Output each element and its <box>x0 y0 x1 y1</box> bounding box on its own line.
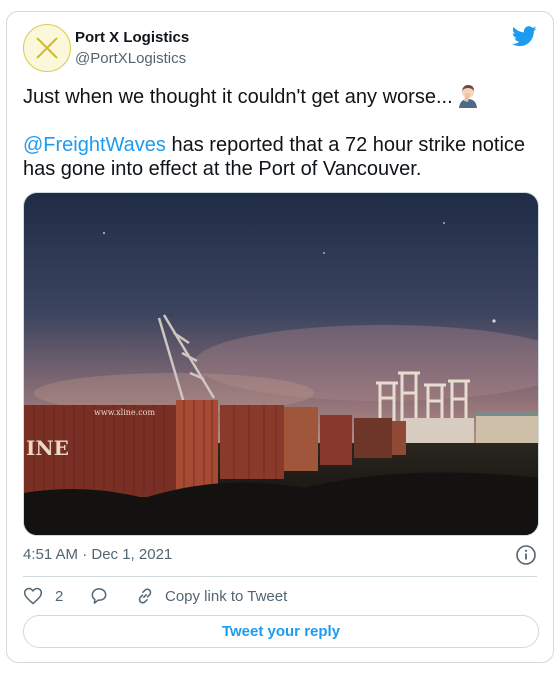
tweet-your-reply-button[interactable]: Tweet your reply <box>23 615 539 648</box>
port-photo-image: www.xline.com INE <box>24 193 538 535</box>
mention-link[interactable]: @FreightWaves <box>23 134 166 156</box>
heart-icon <box>23 587 43 605</box>
tweet-card: Port X Logistics @PortXLogistics Just wh… <box>6 11 554 663</box>
tweet-text: Just when we thought it couldn't get any… <box>23 84 539 181</box>
tweet-line-1-text: Just when we thought it couldn't get any… <box>23 86 453 108</box>
twitter-bird-icon[interactable] <box>512 26 537 47</box>
comment-icon <box>91 588 107 604</box>
reply-button[interactable] <box>89 584 109 608</box>
like-button[interactable]: 2 <box>23 584 63 608</box>
container-side-text: INE <box>26 436 69 460</box>
port-x-logo-icon <box>36 37 58 59</box>
tweet-photo[interactable]: www.xline.com INE <box>23 192 539 536</box>
author-name[interactable]: Port X Logistics <box>75 29 189 46</box>
avatar[interactable] <box>23 24 71 72</box>
tweet-timestamp[interactable]: 4:51 AM · Dec 1, 2021 <box>23 546 172 563</box>
copy-link-label: Copy link to Tweet <box>165 587 288 605</box>
like-count: 2 <box>55 587 64 605</box>
action-bar: 2 Copy link to Tweet <box>23 584 539 608</box>
divider <box>23 576 537 577</box>
tweet-line-2: @FreightWaves has reported that a 72 hou… <box>23 133 539 181</box>
container-brand-text: www.xline.com <box>94 408 155 417</box>
author-handle[interactable]: @PortXLogistics <box>75 50 186 67</box>
info-icon[interactable] <box>515 544 537 566</box>
copy-link-button[interactable]: Copy link to Tweet <box>135 584 287 608</box>
link-icon <box>138 588 152 604</box>
tweet-line-1: Just when we thought it couldn't get any… <box>23 84 539 109</box>
facepalm-emoji-icon <box>458 85 477 108</box>
